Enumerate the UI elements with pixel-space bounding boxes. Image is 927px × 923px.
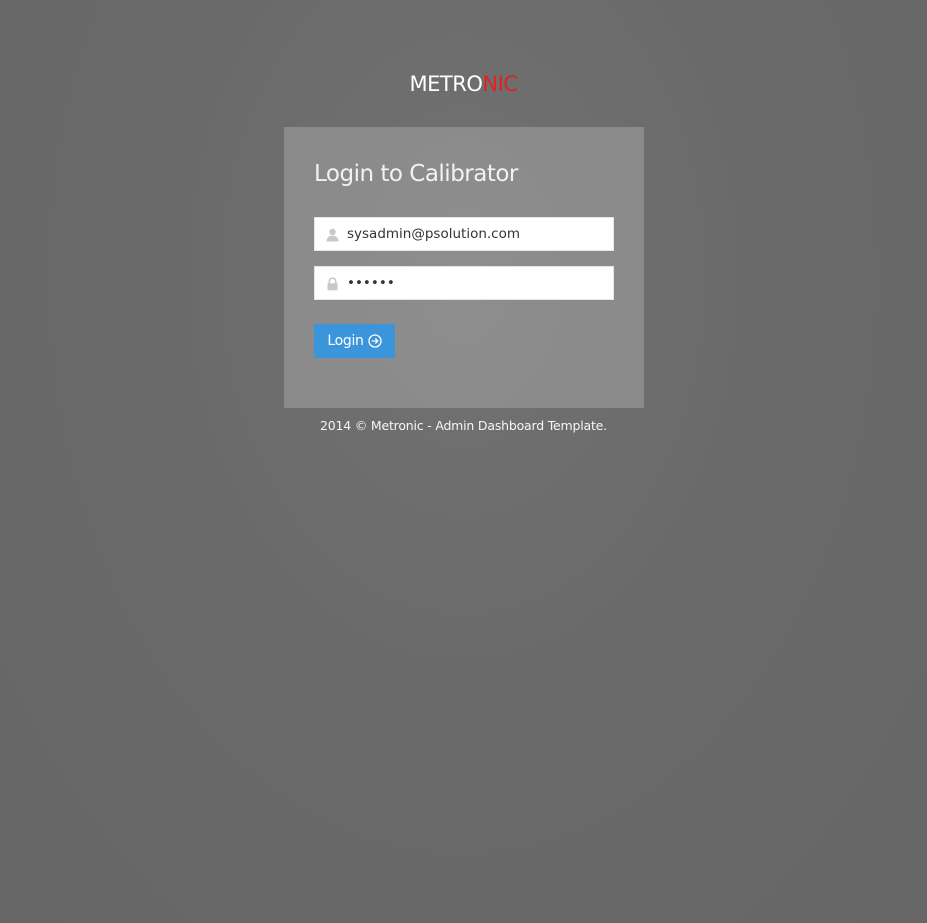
email-field[interactable] xyxy=(314,217,614,251)
password-input[interactable] xyxy=(347,267,609,299)
logo-text-nic: NIC xyxy=(482,72,518,96)
footer-copyright: 2014 © Metronic - Admin Dashboard Templa… xyxy=(320,418,607,433)
login-button[interactable]: Login xyxy=(314,324,395,358)
logo: METRONIC xyxy=(0,70,927,98)
user-icon xyxy=(326,227,339,242)
lock-icon xyxy=(326,276,339,291)
login-panel: Login to Calibrator Login xyxy=(284,127,644,408)
form-title: Login to Calibrator xyxy=(314,161,518,187)
arrow-circle-right-icon xyxy=(367,334,382,348)
password-field[interactable] xyxy=(314,266,614,300)
logo-text-metro: METRO xyxy=(409,72,483,96)
email-input[interactable] xyxy=(347,218,609,250)
login-button-label: Login xyxy=(327,333,364,349)
